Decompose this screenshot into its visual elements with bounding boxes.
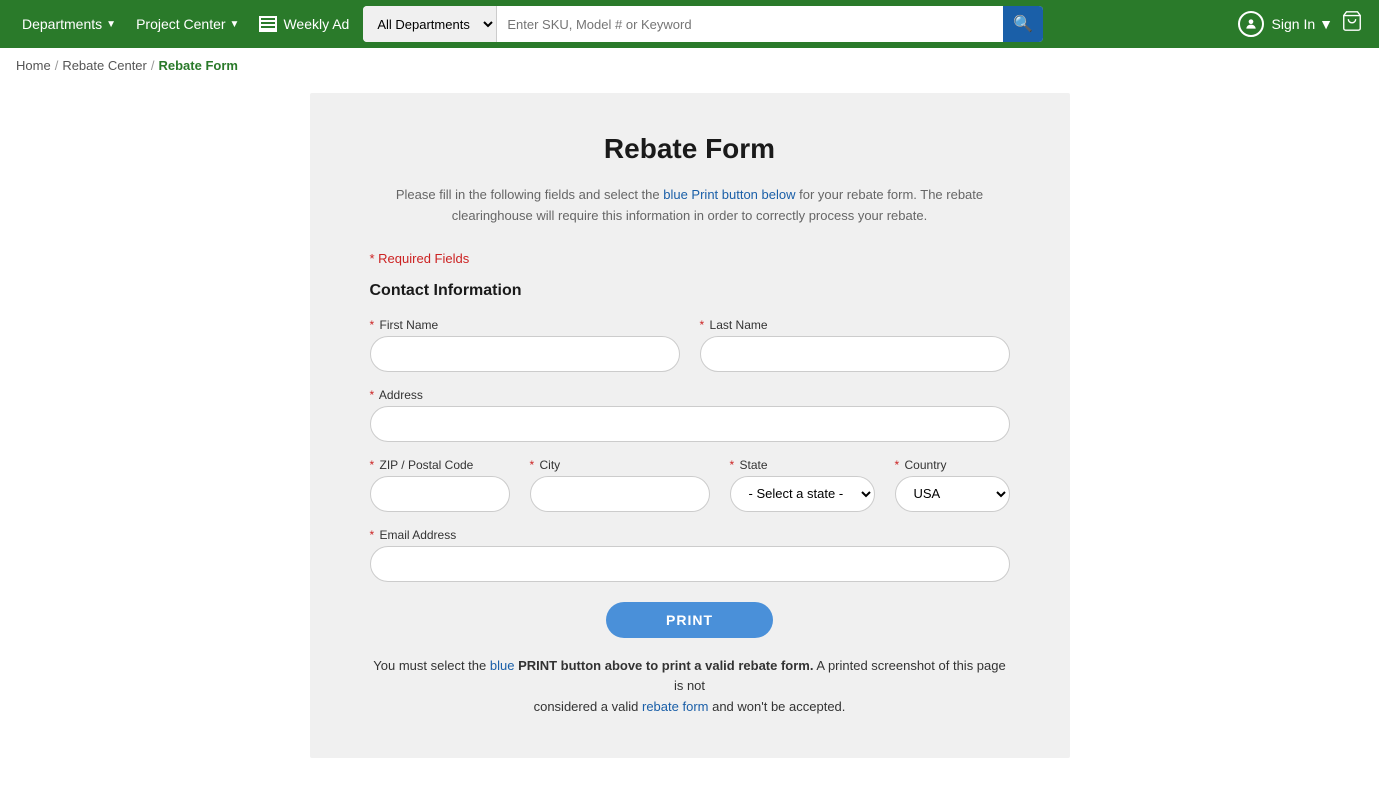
weekly-ad-icon bbox=[259, 16, 277, 32]
city-required-star: * bbox=[530, 458, 535, 472]
first-name-label: * First Name bbox=[370, 318, 680, 332]
state-field: * State - Select a state - bbox=[730, 458, 875, 512]
address-row: * Address bbox=[370, 388, 1010, 442]
email-input[interactable] bbox=[370, 546, 1010, 582]
subtitle-text-2: for your rebate form. The rebate bbox=[796, 187, 984, 202]
state-label-text: State bbox=[740, 458, 768, 472]
zip-required-star: * bbox=[370, 458, 375, 472]
footer-note-text-3: considered a valid bbox=[534, 699, 642, 714]
search-button[interactable]: 🔍 bbox=[1003, 6, 1043, 42]
breadcrumb: Home / Rebate Center / Rebate Form bbox=[0, 48, 1379, 83]
city-label: * City bbox=[530, 458, 710, 472]
search-container: All Departments 🔍 bbox=[363, 6, 1043, 42]
zip-label: * ZIP / Postal Code bbox=[370, 458, 510, 472]
breadcrumb-rebate-center[interactable]: Rebate Center bbox=[62, 58, 147, 73]
first-name-required-star: * bbox=[370, 318, 375, 332]
footer-note: You must select the blue PRINT button ab… bbox=[370, 656, 1010, 718]
location-row: * ZIP / Postal Code * City * State - Sel bbox=[370, 458, 1010, 512]
search-icon: 🔍 bbox=[1013, 14, 1033, 34]
main-content: Rebate Form Please fill in the following… bbox=[0, 83, 1379, 798]
footer-note-bold: PRINT button above to print a valid reba… bbox=[518, 658, 813, 673]
breadcrumb-current: Rebate Form bbox=[159, 58, 238, 73]
breadcrumb-sep-1: / bbox=[55, 58, 59, 73]
last-name-label-text: Last Name bbox=[710, 318, 768, 332]
department-select[interactable]: All Departments bbox=[363, 6, 497, 42]
country-required-star: * bbox=[895, 458, 900, 472]
first-name-field: * First Name bbox=[370, 318, 680, 372]
header-right: Sign In ▼ bbox=[1238, 10, 1363, 38]
subtitle-blue-1: blue Print button below bbox=[663, 187, 795, 202]
sign-in-chevron-icon: ▼ bbox=[1319, 16, 1333, 32]
search-input[interactable] bbox=[497, 6, 1003, 42]
user-avatar-icon bbox=[1238, 11, 1264, 37]
country-select[interactable]: USA bbox=[895, 476, 1010, 512]
departments-chevron-icon: ▼ bbox=[106, 19, 116, 30]
footer-note-text-4: and won't be accepted. bbox=[708, 699, 845, 714]
address-required-star: * bbox=[370, 388, 375, 402]
country-label-text: Country bbox=[905, 458, 947, 472]
city-label-text: City bbox=[540, 458, 561, 472]
zip-input[interactable] bbox=[370, 476, 510, 512]
state-label: * State bbox=[730, 458, 875, 472]
email-label: * Email Address bbox=[370, 528, 1010, 542]
last-name-field: * Last Name bbox=[700, 318, 1010, 372]
last-name-input[interactable] bbox=[700, 336, 1010, 372]
sign-in-button[interactable]: Sign In ▼ bbox=[1272, 16, 1333, 32]
address-input[interactable] bbox=[370, 406, 1010, 442]
first-name-input[interactable] bbox=[370, 336, 680, 372]
project-center-chevron-icon: ▼ bbox=[230, 19, 240, 30]
rebate-form-container: Rebate Form Please fill in the following… bbox=[310, 93, 1070, 758]
project-center-label: Project Center bbox=[136, 16, 225, 32]
weekly-ad-nav[interactable]: Weekly Ad bbox=[253, 16, 355, 32]
email-label-text: Email Address bbox=[380, 528, 457, 542]
country-label: * Country bbox=[895, 458, 1010, 472]
name-row: * First Name * Last Name bbox=[370, 318, 1010, 372]
footer-note-blue: blue bbox=[490, 658, 518, 673]
sign-in-label: Sign In bbox=[1272, 16, 1316, 32]
weekly-ad-label: Weekly Ad bbox=[283, 16, 349, 32]
cart-button[interactable] bbox=[1341, 10, 1363, 38]
footer-note-text-1: You must select the bbox=[373, 658, 490, 673]
country-field: * Country USA bbox=[895, 458, 1010, 512]
form-title: Rebate Form bbox=[370, 133, 1010, 165]
main-header: Departments ▼ Project Center ▼ Weekly Ad… bbox=[0, 0, 1379, 48]
address-label: * Address bbox=[370, 388, 1010, 402]
project-center-nav[interactable]: Project Center ▼ bbox=[130, 16, 245, 32]
city-field: * City bbox=[530, 458, 710, 512]
zip-label-text: ZIP / Postal Code bbox=[380, 458, 474, 472]
state-required-star: * bbox=[730, 458, 735, 472]
first-name-label-text: First Name bbox=[380, 318, 439, 332]
email-required-star: * bbox=[370, 528, 375, 542]
form-subtitle: Please fill in the following fields and … bbox=[370, 185, 1010, 227]
email-field: * Email Address bbox=[370, 528, 1010, 582]
subtitle-text-1: Please fill in the following fields and … bbox=[396, 187, 663, 202]
departments-label: Departments bbox=[22, 16, 102, 32]
footer-note-blue-2: rebate form bbox=[642, 699, 708, 714]
subtitle-text-3: clearinghouse will require this informat… bbox=[452, 208, 927, 223]
departments-nav[interactable]: Departments ▼ bbox=[16, 16, 122, 32]
required-fields-note: * Required Fields bbox=[370, 251, 1010, 266]
zip-field: * ZIP / Postal Code bbox=[370, 458, 510, 512]
last-name-label: * Last Name bbox=[700, 318, 1010, 332]
address-label-text: Address bbox=[379, 388, 423, 402]
breadcrumb-sep-2: / bbox=[151, 58, 155, 73]
print-button[interactable]: PRINT bbox=[606, 602, 773, 638]
address-field: * Address bbox=[370, 388, 1010, 442]
breadcrumb-home[interactable]: Home bbox=[16, 58, 51, 73]
contact-info-heading: Contact Information bbox=[370, 282, 1010, 300]
last-name-required-star: * bbox=[700, 318, 705, 332]
city-input[interactable] bbox=[530, 476, 710, 512]
state-select[interactable]: - Select a state - bbox=[730, 476, 875, 512]
email-row: * Email Address bbox=[370, 528, 1010, 582]
